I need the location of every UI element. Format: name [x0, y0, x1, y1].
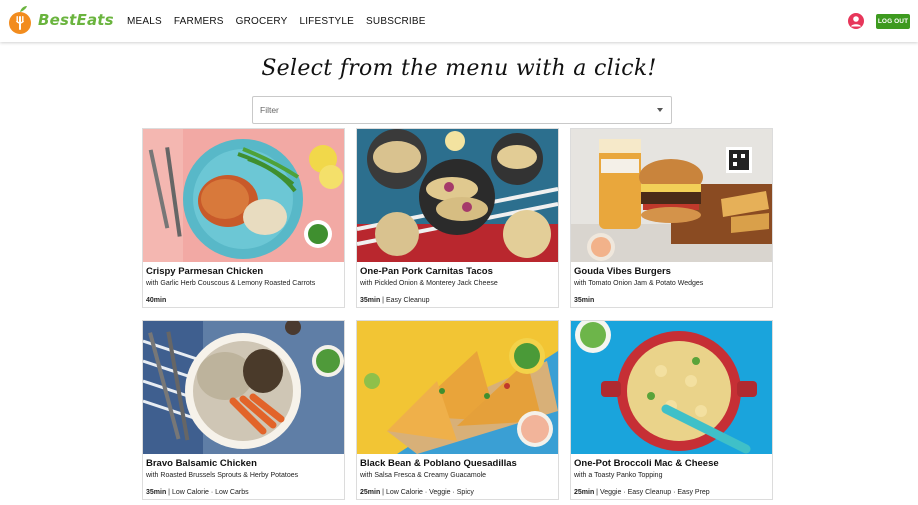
meal-time: 35min	[574, 297, 595, 304]
meal-time: 40min	[146, 297, 167, 304]
filter-dropdown[interactable]: Filter	[252, 96, 672, 124]
nav-grocery[interactable]: GROCERY	[236, 16, 288, 27]
meal-title: Bravo Balsamic Chicken	[146, 458, 257, 469]
meal-photo-parmesan-chicken	[143, 129, 344, 262]
nav-meals[interactable]: MEALS	[127, 16, 162, 27]
meal-tags: Low Calorie · Low Carbs	[171, 489, 249, 496]
meal-card[interactable]: One-Pot Broccoli Mac & Cheese with a Toa…	[570, 320, 773, 500]
meal-title: One-Pot Broccoli Mac & Cheese	[574, 458, 719, 469]
meal-card[interactable]: Crispy Parmesan Chicken with Garlic Herb…	[142, 128, 345, 308]
meal-title: One-Pan Pork Carnitas Tacos	[360, 266, 493, 277]
chevron-down-icon	[657, 108, 663, 112]
meal-photo-mac-and-cheese	[571, 321, 772, 454]
meal-meta: 35min | Low Calorie · Low Carbs	[146, 489, 249, 496]
meal-time: 25min	[574, 489, 595, 496]
meal-subtitle: with Garlic Herb Couscous & Lemony Roast…	[146, 280, 316, 287]
brand-name: BestEats	[38, 11, 114, 29]
meal-photo-quesadillas	[357, 321, 558, 454]
meal-time: 25min	[360, 489, 381, 496]
meal-photo-balsamic-chicken	[143, 321, 344, 454]
meal-time: 35min	[146, 489, 167, 496]
meal-subtitle: with Salsa Fresca & Creamy Guacamole	[360, 472, 487, 479]
meal-subtitle: with Roasted Brussels Sprouts & Herby Po…	[146, 472, 299, 479]
meal-card[interactable]: Black Bean & Poblano Quesadillas with Sa…	[356, 320, 559, 500]
meal-photo-carnitas-tacos	[357, 129, 558, 262]
meal-meta: 25min | Low Calorie · Veggie · Spicy	[360, 489, 474, 496]
meal-card[interactable]: Gouda Vibes Burgers with Tomato Onion Ja…	[570, 128, 773, 308]
page-title: Select from the menu with a click!	[261, 56, 657, 81]
meal-subtitle: with Tomato Onion Jam & Potato Wedges	[574, 280, 704, 287]
apple-fork-logo-icon	[9, 6, 31, 34]
meal-card[interactable]: One-Pan Pork Carnitas Tacos with Pickled…	[356, 128, 559, 308]
meal-photo-gouda-burgers	[571, 129, 772, 262]
meal-tags: Low Calorie · Veggie · Spicy	[385, 489, 474, 496]
meal-subtitle: with Pickled Onion & Monterey Jack Chees…	[360, 280, 498, 287]
meal-title: Black Bean & Poblano Quesadillas	[360, 458, 517, 469]
meal-meta: 25min | Veggie · Easy Cleanup · Easy Pre…	[574, 489, 710, 496]
logo[interactable]: BestEats	[8, 5, 114, 35]
meal-tags: Easy Cleanup	[385, 297, 430, 304]
meal-tags: Veggie · Easy Cleanup · Easy Prep	[599, 489, 710, 496]
filter-placeholder: Filter	[260, 105, 279, 115]
user-silhouette-icon	[851, 16, 861, 27]
main-nav: MEALS FARMERS GROCERY LIFESTYLE SUBSCRIB…	[127, 16, 438, 27]
meal-card[interactable]: Bravo Balsamic Chicken with Roasted Brus…	[142, 320, 345, 500]
nav-subscribe[interactable]: SUBSCRIBE	[366, 16, 426, 27]
logout-button[interactable]: LOG OUT	[876, 14, 910, 29]
user-avatar-icon[interactable]	[848, 13, 864, 29]
meal-meta: 35min | Easy Cleanup	[360, 297, 430, 304]
nav-farmers[interactable]: FARMERS	[174, 16, 224, 27]
meal-subtitle: with a Toasty Panko Topping	[574, 472, 663, 479]
meal-meta: 40min	[146, 297, 166, 304]
meal-title: Gouda Vibes Burgers	[574, 266, 671, 277]
meal-time: 35min	[360, 297, 381, 304]
nav-lifestyle[interactable]: LIFESTYLE	[299, 16, 354, 27]
top-header: BestEats MEALS FARMERS GROCERY LIFESTYLE…	[0, 0, 918, 42]
meal-meta: 35min	[574, 297, 594, 304]
meal-title: Crispy Parmesan Chicken	[146, 266, 264, 277]
